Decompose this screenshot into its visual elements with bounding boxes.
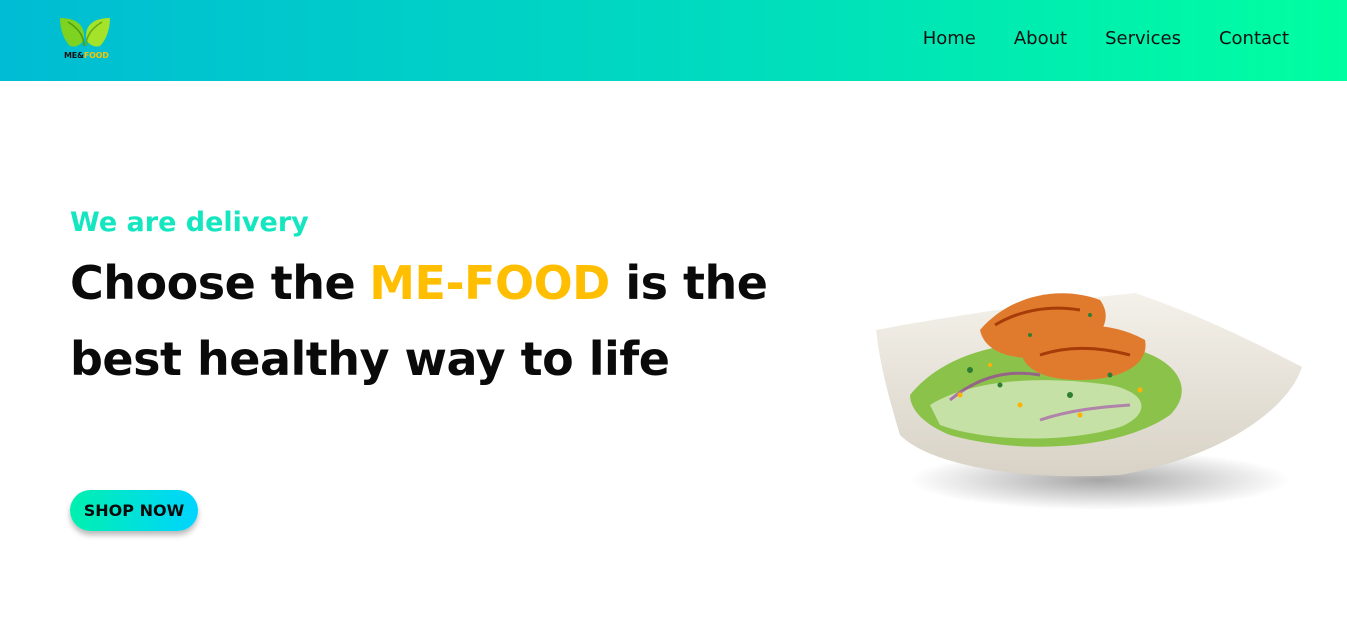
nav-link-about[interactable]: About (1014, 28, 1067, 49)
headline-part1: Choose the (70, 256, 356, 310)
leaf-icon (60, 18, 110, 47)
headline-brand: ME-FOOD (369, 256, 610, 310)
hero-headline: Choose the ME-FOOD is the best healthy wa… (70, 245, 770, 397)
salad-plate-image (870, 275, 1310, 520)
nav-link-services[interactable]: Services (1105, 28, 1181, 49)
hero-text-block: We are delivery Choose the ME-FOOD is the… (70, 205, 770, 397)
nav-link-home[interactable]: Home (923, 28, 976, 49)
site-logo[interactable]: ME&FOOD (58, 16, 114, 62)
logo-text-part2: FOOD (83, 51, 109, 60)
top-navbar: ME&FOOD Home About Services Contact (0, 0, 1347, 81)
logo-wordmark: ME&FOOD (64, 51, 109, 60)
nav-link-contact[interactable]: Contact (1219, 28, 1289, 49)
main-nav: Home About Services Contact (885, 28, 1289, 49)
shop-now-button[interactable]: SHOP NOW (70, 490, 198, 531)
logo-text-part1: ME& (64, 51, 84, 60)
hero-subtitle: We are delivery (70, 207, 309, 238)
